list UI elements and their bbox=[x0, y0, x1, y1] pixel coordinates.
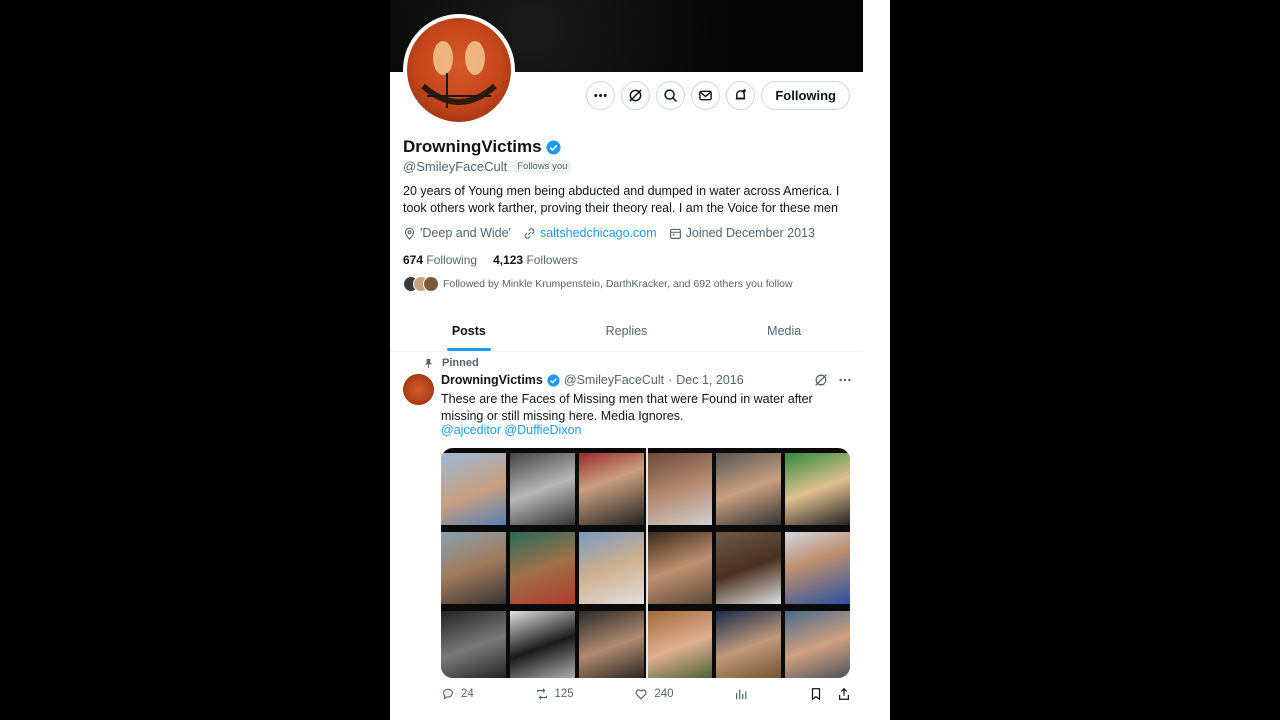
verified-badge-icon[interactable] bbox=[546, 139, 561, 155]
joined-text: Joined December 2013 bbox=[685, 226, 815, 240]
handle-row: @SmileyFaceCult Follows you bbox=[403, 159, 572, 174]
photo bbox=[578, 532, 644, 604]
more-icon bbox=[594, 94, 608, 97]
post-date[interactable]: Dec 1, 2016 bbox=[676, 373, 743, 387]
calendar-icon bbox=[669, 228, 681, 239]
post-separator: · bbox=[668, 373, 673, 387]
reply-count: 24 bbox=[461, 688, 474, 700]
photo bbox=[785, 453, 850, 525]
repost-count: 125 bbox=[554, 688, 574, 700]
repost-action[interactable]: 125 bbox=[535, 687, 574, 701]
post-engagement-bar: 24 125 240 bbox=[441, 687, 851, 701]
image-divider bbox=[646, 448, 648, 678]
profile-tabs: Posts Replies Media bbox=[390, 310, 863, 352]
like-action[interactable]: 240 bbox=[634, 687, 674, 701]
photo bbox=[647, 532, 713, 604]
share-icon bbox=[838, 687, 849, 700]
profile-bio: 20 years of Young men being abducted and… bbox=[403, 184, 840, 215]
location: 'Deep and Wide' bbox=[403, 226, 511, 240]
photo bbox=[578, 453, 644, 525]
following-button[interactable]: Following bbox=[761, 81, 850, 110]
bookmark-action[interactable] bbox=[809, 687, 823, 701]
post-avatar[interactable] bbox=[403, 374, 434, 405]
following-stat[interactable]: 674 Following bbox=[403, 253, 477, 267]
bell-plus-icon bbox=[736, 88, 747, 100]
profile-actions: Following bbox=[586, 81, 850, 110]
display-name: DrowningVictims bbox=[403, 137, 542, 156]
photo bbox=[441, 611, 506, 678]
photo bbox=[441, 532, 506, 604]
photo bbox=[578, 611, 644, 678]
share-action[interactable] bbox=[837, 687, 851, 701]
post-media-image[interactable] bbox=[441, 448, 850, 678]
like-count: 240 bbox=[654, 688, 674, 700]
grok-button[interactable] bbox=[621, 81, 651, 110]
post-mentions[interactable]: @ajceditor @DuffieDixon bbox=[441, 423, 582, 437]
verified-badge-icon bbox=[547, 373, 560, 387]
post-author-name[interactable]: DrowningVictims bbox=[441, 373, 543, 387]
post-secondary-actions bbox=[809, 687, 851, 701]
photo bbox=[509, 611, 575, 678]
profile-name-row: DrowningVictims bbox=[403, 137, 561, 157]
repost-icon bbox=[536, 688, 547, 700]
tab-replies[interactable]: Replies bbox=[548, 310, 706, 351]
website-link[interactable]: saltshedchicago.com bbox=[540, 226, 657, 240]
pinned-label: Pinned bbox=[442, 357, 479, 369]
followers-avatars bbox=[403, 276, 439, 292]
join-date: Joined December 2013 bbox=[669, 226, 815, 240]
envelope-icon bbox=[699, 90, 713, 101]
photo bbox=[441, 453, 506, 525]
grok-icon[interactable] bbox=[814, 373, 828, 387]
post-text: These are the Faces of Missing men that … bbox=[441, 392, 813, 423]
views-action[interactable] bbox=[734, 687, 748, 701]
profile-page: Following DrowningVictims @SmileyFaceCul… bbox=[390, 0, 890, 720]
follows-you-badge: Follows you bbox=[513, 160, 572, 173]
message-button[interactable] bbox=[691, 81, 721, 110]
photo bbox=[716, 611, 782, 678]
post-header: DrowningVictims @SmileyFaceCult · Dec 1,… bbox=[441, 373, 744, 387]
followed-by-text: Followed by Minkle Krumpenstein, DarthKr… bbox=[443, 278, 793, 290]
profile-handle: @SmileyFaceCult bbox=[403, 159, 508, 174]
followers-stat[interactable]: 4,123 Followers bbox=[493, 253, 578, 267]
grok-icon bbox=[629, 89, 642, 102]
photo bbox=[785, 532, 850, 604]
link-icon bbox=[524, 227, 535, 239]
post-header-actions bbox=[814, 373, 852, 387]
more-button[interactable] bbox=[586, 81, 616, 110]
search-icon bbox=[664, 89, 678, 103]
profile-meta: 'Deep and Wide' saltshedchicago.com Join… bbox=[403, 226, 815, 240]
bookmark-icon bbox=[811, 688, 821, 701]
photo bbox=[716, 453, 782, 525]
views-chart-icon bbox=[736, 689, 747, 700]
photo bbox=[647, 611, 713, 678]
heart-icon bbox=[635, 689, 647, 700]
follow-stats: 674 Following 4,123 Followers bbox=[403, 253, 578, 267]
reply-icon bbox=[443, 688, 453, 700]
tab-media[interactable]: Media bbox=[705, 310, 863, 351]
location-pin-icon bbox=[404, 227, 415, 240]
search-button[interactable] bbox=[656, 81, 686, 110]
photo bbox=[716, 532, 782, 604]
location-text: 'Deep and Wide' bbox=[420, 226, 511, 240]
more-icon[interactable] bbox=[838, 373, 852, 387]
reply-action[interactable]: 24 bbox=[441, 687, 474, 701]
pinned-indicator: Pinned bbox=[423, 357, 479, 369]
pin-icon bbox=[424, 358, 433, 368]
profile-avatar[interactable] bbox=[403, 14, 515, 126]
avatar bbox=[423, 276, 439, 292]
followed-by[interactable]: Followed by Minkle Krumpenstein, DarthKr… bbox=[403, 276, 793, 292]
photo bbox=[509, 453, 575, 525]
photo bbox=[647, 453, 713, 525]
tab-posts[interactable]: Posts bbox=[390, 310, 548, 351]
post-author-handle[interactable]: @SmileyFaceCult bbox=[564, 373, 664, 387]
notifications-button[interactable] bbox=[726, 81, 756, 110]
photo bbox=[509, 532, 575, 604]
photo bbox=[785, 611, 850, 678]
website[interactable]: saltshedchicago.com bbox=[523, 226, 657, 240]
